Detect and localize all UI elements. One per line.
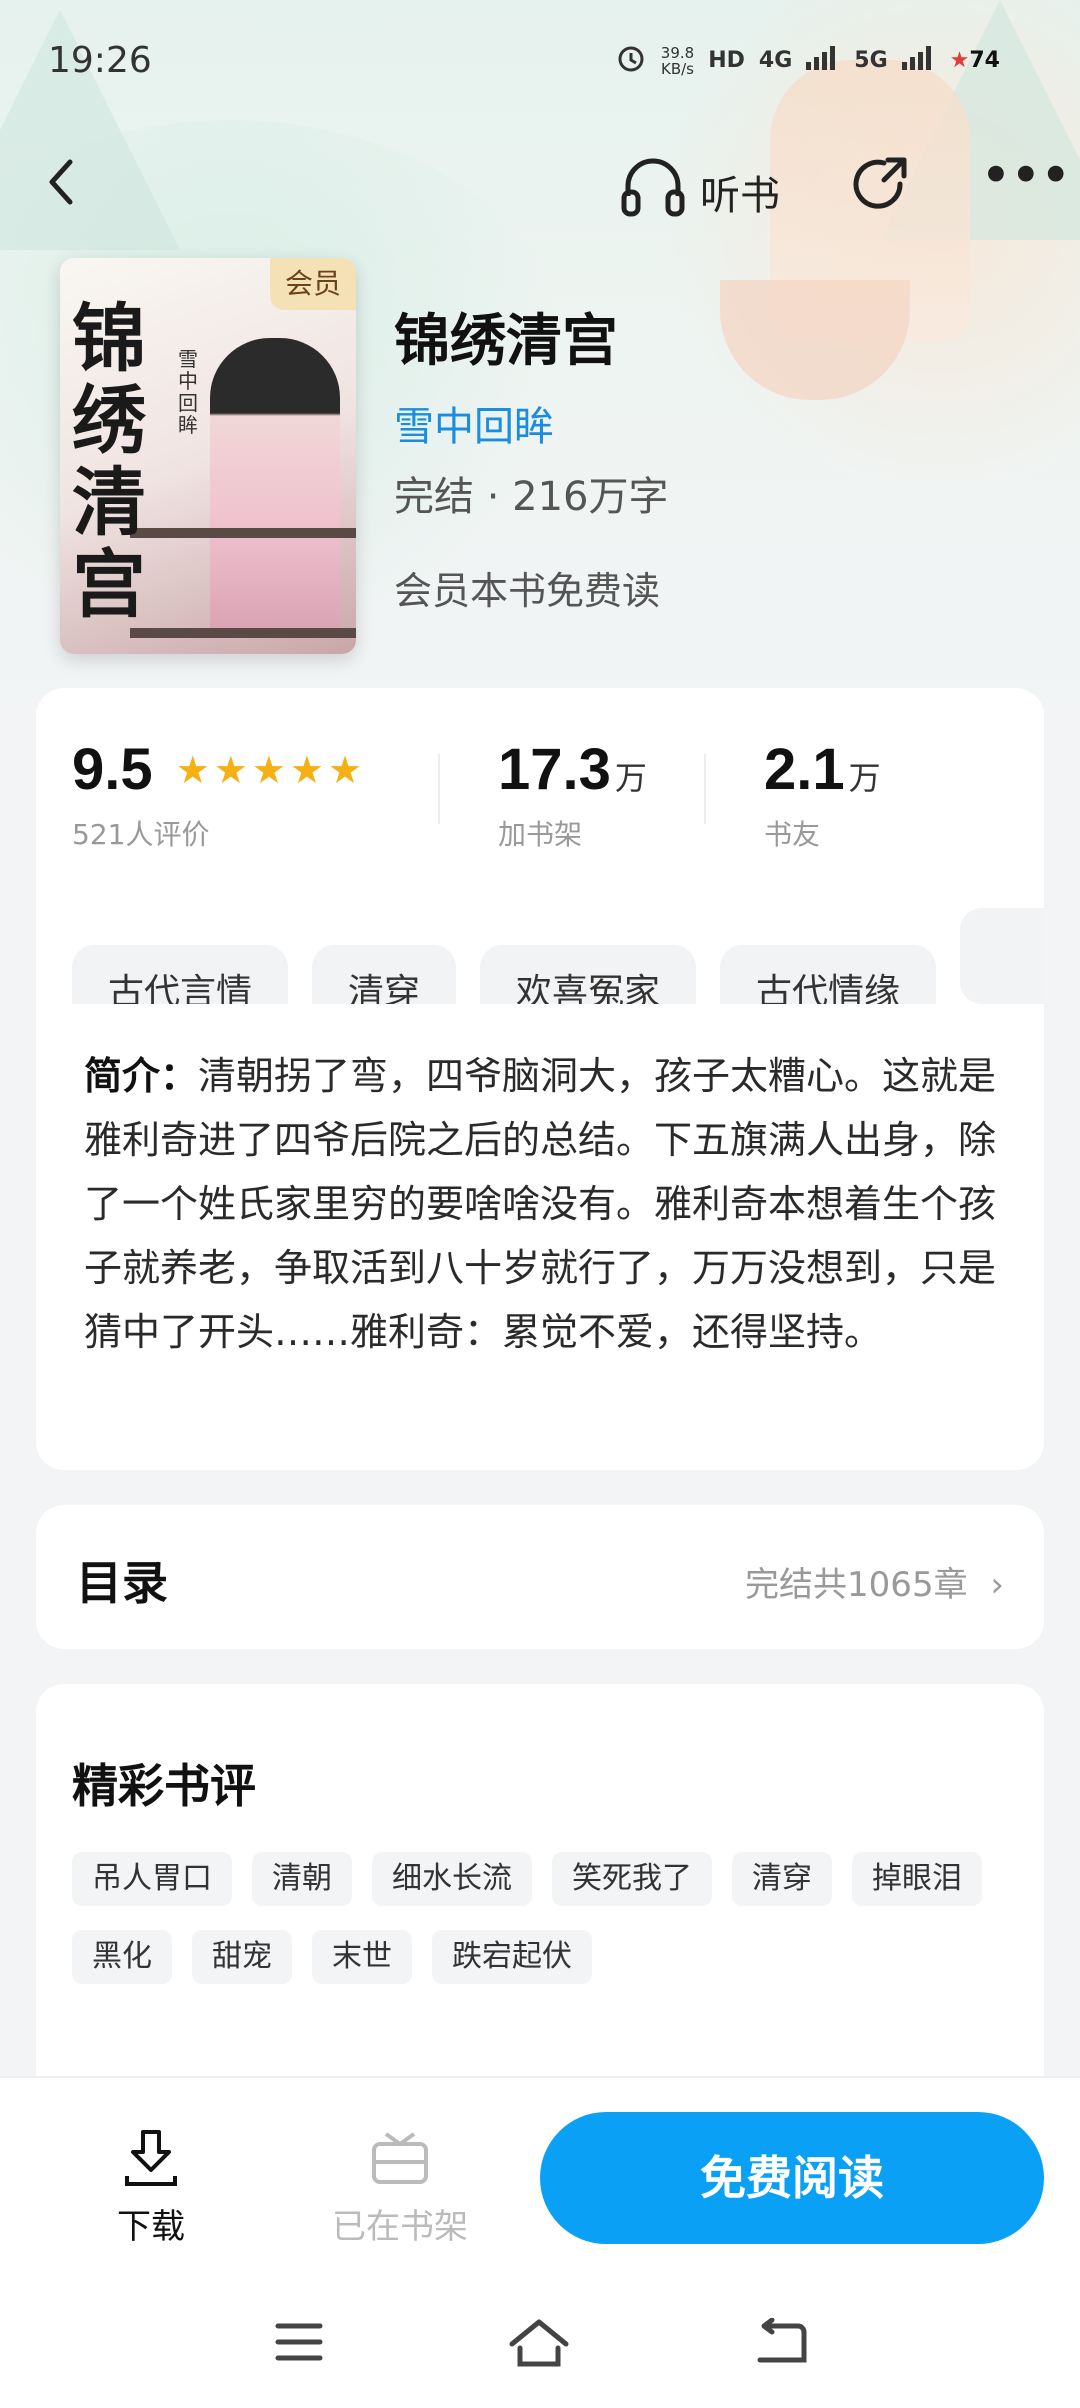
vip-badge: 会员 <box>270 258 356 310</box>
signal-icon <box>806 46 840 75</box>
review-chip[interactable]: 甜宠 <box>192 1930 292 1984</box>
shelf-label: 加书架 <box>498 818 583 851</box>
more-icon[interactable]: ••• <box>980 144 1072 207</box>
system-nav-bar <box>0 2290 1080 2400</box>
download-label: 下载 <box>117 2207 185 2247</box>
rating-stat[interactable]: 9.5 ★★★★★ 521人评价 <box>72 736 366 853</box>
toc-row[interactable]: 目录 完结共1065章 › <box>36 1505 1044 1649</box>
synopsis-text: 清朝拐了弯，四爷脑洞大，孩子太糟心。这就是雅利奇进了四爷后院之后的总结。下五旗满… <box>84 1054 997 1354</box>
alarm-icon <box>615 42 647 79</box>
home-icon[interactable] <box>508 2318 570 2380</box>
toc-title: 目录 <box>76 1556 168 1610</box>
cover-author: 雪中回眸 <box>178 347 198 437</box>
synopsis[interactable]: 简介：清朝拐了弯，四爷脑洞大，孩子太糟心。这就是雅利奇进了四爷后院之后的总结。下… <box>84 1044 1004 1364</box>
fans-label: 书友 <box>764 818 821 851</box>
rating-label: 521人评价 <box>72 818 210 851</box>
review-chip[interactable]: 黑化 <box>72 1930 172 1984</box>
battery-level: 74 <box>969 48 1000 73</box>
share-icon[interactable] <box>850 154 912 216</box>
signal-icon-2 <box>901 46 936 75</box>
net-4g-label: 4G <box>758 48 793 73</box>
headphones-icon <box>620 156 686 228</box>
synopsis-label: 简介： <box>84 1054 199 1098</box>
on-shelf-indicator[interactable]: 已在书架 <box>320 2126 480 2248</box>
review-chip[interactable]: 跌宕起伏 <box>432 1930 592 1984</box>
free-read-button[interactable]: 免费阅读 <box>540 2112 1044 2244</box>
review-chip[interactable]: 掉眼泪 <box>852 1852 982 1906</box>
genre-tags: 古代言情 清穿 欢喜冤家 古代情缘 <box>72 908 1044 1004</box>
chevron-right-icon: › <box>990 1565 1004 1605</box>
review-chips: 吊人胃口 清朝 细水长流 笑死我了 清穿 掉眼泪 黑化 甜宠 末世 跌宕起伏 <box>72 1852 1032 2008</box>
review-chip[interactable]: 清朝 <box>252 1852 352 1906</box>
book-status: 完结 · 216万字 <box>394 474 669 520</box>
battery-indicator: ★74 <box>950 48 1000 73</box>
status-bar: 19:26 39.8 KB/s HD 4G 5G ★74 <box>0 0 1080 130</box>
toc-chapter-count: 完结共1065章 <box>745 1565 968 1605</box>
on-shelf-label: 已在书架 <box>332 2207 468 2247</box>
net-5g-label: 5G <box>854 48 888 73</box>
cover-rail <box>130 528 356 638</box>
fans-unit: 万 <box>848 759 881 797</box>
reviews-title: 精彩书评 <box>72 1759 256 1813</box>
review-chip[interactable]: 吊人胃口 <box>72 1852 232 1906</box>
net-speed: 39.8 KB/s <box>661 45 694 77</box>
status-icons: 39.8 KB/s HD 4G 5G ★74 <box>615 42 1000 79</box>
review-chip[interactable]: 细水长流 <box>372 1852 532 1906</box>
listen-label: 听书 <box>700 173 780 219</box>
listen-button[interactable]: 听书 <box>620 156 780 228</box>
divider <box>438 754 440 824</box>
review-chip[interactable]: 末世 <box>312 1930 412 1984</box>
vip-note: 会员本书免费读 <box>394 569 661 613</box>
download-icon <box>96 2126 206 2199</box>
star-icon: ★ <box>949 48 970 73</box>
book-title: 锦绣清宫 <box>394 309 618 374</box>
review-chip[interactable]: 清穿 <box>732 1852 832 1906</box>
review-chip[interactable]: 笑死我了 <box>552 1852 712 1906</box>
genre-tag[interactable] <box>960 908 1044 1004</box>
rating-stars: ★★★★★ <box>175 748 367 792</box>
back-button[interactable] <box>40 152 80 227</box>
menu-icon[interactable] <box>274 2318 324 2376</box>
shelf-count: 17.3 <box>498 737 611 802</box>
shelf-stat: 17.3 万 加书架 <box>498 736 647 853</box>
top-nav: 听书 ••• <box>0 140 1080 230</box>
download-button[interactable]: 下载 <box>96 2126 206 2248</box>
net-speed-unit: KB/s <box>661 59 694 78</box>
fans-count: 2.1 <box>764 737 845 802</box>
status-time: 19:26 <box>48 40 152 81</box>
hd-icon: HD <box>708 48 745 73</box>
book-cover[interactable]: 锦绣清宫 雪中回眸 会员 <box>60 258 356 654</box>
shelf-unit: 万 <box>614 759 647 797</box>
genre-tag[interactable]: 清穿 <box>312 945 457 1004</box>
book-author[interactable]: 雪中回眸 <box>394 394 554 452</box>
genre-tag[interactable]: 古代情缘 <box>720 945 937 1004</box>
cover-title: 锦绣清宫 <box>72 296 146 628</box>
genre-tag[interactable]: 古代言情 <box>72 945 289 1004</box>
toc-info: 完结共1065章 › <box>745 1557 1004 1606</box>
book-info-card: 9.5 ★★★★★ 521人评价 17.3 万 加书架 2.1 万 书友 古代言情清… <box>36 688 1044 1470</box>
genre-tag[interactable]: 欢喜冤家 <box>480 945 697 1004</box>
divider <box>704 754 706 824</box>
fans-stat[interactable]: 2.1 万 书友 <box>764 736 881 853</box>
bookshelf-icon <box>320 2126 480 2199</box>
back-nav-icon[interactable] <box>752 2317 808 2380</box>
rating-value: 9.5 <box>72 737 153 802</box>
